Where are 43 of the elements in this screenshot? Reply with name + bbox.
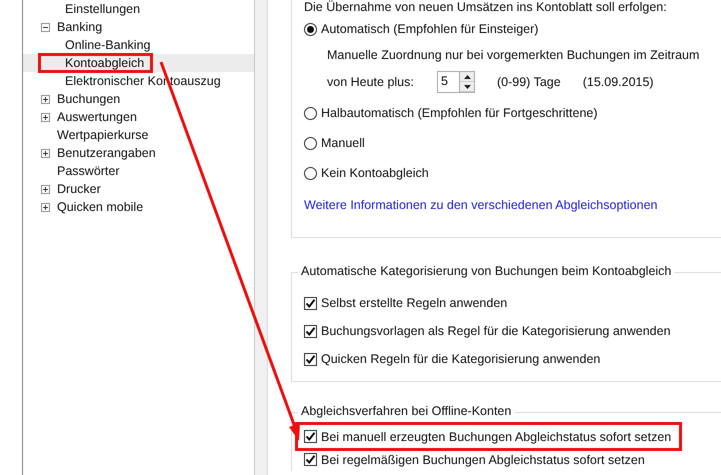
- checkbox-label[interactable]: Quicken Regeln für die Kategorisierung anwenden: [321, 352, 600, 366]
- checkbox-label[interactable]: Selbst erstellte Regeln anwenden: [321, 296, 508, 310]
- checkbox[interactable]: [304, 296, 317, 310]
- checkbox[interactable]: [304, 352, 317, 366]
- expander-icon[interactable]: [41, 202, 50, 212]
- tree-item[interactable]: Drucker: [57, 182, 101, 196]
- expander-icon[interactable]: [41, 184, 50, 194]
- range-text: (0-99) Tage: [497, 75, 561, 89]
- radio-button[interactable]: [304, 166, 317, 180]
- checkbox[interactable]: [304, 430, 317, 443]
- date-text: (15.09.2015): [582, 75, 654, 89]
- group-title: Automatische Kategorisierung von Buchungen beim Kontoabgleich: [298, 264, 674, 278]
- days-spinner[interactable]: 5: [437, 71, 475, 93]
- tree-item[interactable]: Einstellungen: [65, 2, 140, 16]
- radio-label[interactable]: Manuell: [321, 136, 365, 150]
- radio-label[interactable]: Kein Kontoabgleich: [321, 166, 429, 180]
- checkbox[interactable]: [304, 324, 317, 338]
- spinner-label: von Heute plus:: [327, 75, 415, 89]
- tree-item[interactable]: Buchungen: [57, 92, 120, 106]
- radio-button[interactable]: [304, 22, 317, 36]
- details-text: Manuelle Zuordnung nur bei vorgemerkten Buchungen im Zeitraum: [327, 47, 700, 64]
- checkbox-label[interactable]: Bei regelmäßigen Buchungen Abgleichstatus sofort setzen: [321, 452, 645, 466]
- checkbox-label[interactable]: Buchungsvorlagen als Regel für die Kategorisierung anwenden: [321, 324, 671, 338]
- radio-label[interactable]: Automatisch (Empfohlen für Einsteiger): [321, 22, 538, 36]
- expander-icon[interactable]: [41, 94, 50, 104]
- radio-button[interactable]: [304, 106, 317, 120]
- radio-label[interactable]: Halbautomatisch (Empfohlen für Fortgeschrittene): [321, 106, 598, 120]
- intro-text: Die Übernahme von neuen Umsätzen ins Kontoblatt soll erfolgen:: [304, 0, 668, 14]
- tree-item[interactable]: Benutzerangaben: [57, 146, 156, 160]
- tree-item[interactable]: Auswertungen: [57, 110, 137, 124]
- tree-item[interactable]: Quicken mobile: [57, 200, 144, 214]
- radio-button[interactable]: [304, 136, 317, 150]
- expander-icon[interactable]: [41, 22, 50, 32]
- tree-item[interactable]: Wertpapierkurse: [57, 128, 148, 142]
- expander-icon[interactable]: [41, 112, 50, 122]
- expander-icon[interactable]: [41, 148, 50, 158]
- checkbox[interactable]: [304, 453, 317, 466]
- info-link[interactable]: Weitere Informationen zu den verschiedenen Abgleichsoptionen: [304, 198, 721, 212]
- group-title: Abgleichsverfahren bei Offline-Konten: [298, 404, 514, 418]
- tree-item[interactable]: Passwörter: [57, 164, 120, 178]
- tree-item[interactable]: Banking: [57, 20, 102, 34]
- checkbox-label[interactable]: Bei manuell erzeugten Buchungen Abgleichstatus sofort setzen: [321, 430, 672, 444]
- tree-item[interactable]: Online-Banking: [65, 38, 150, 52]
